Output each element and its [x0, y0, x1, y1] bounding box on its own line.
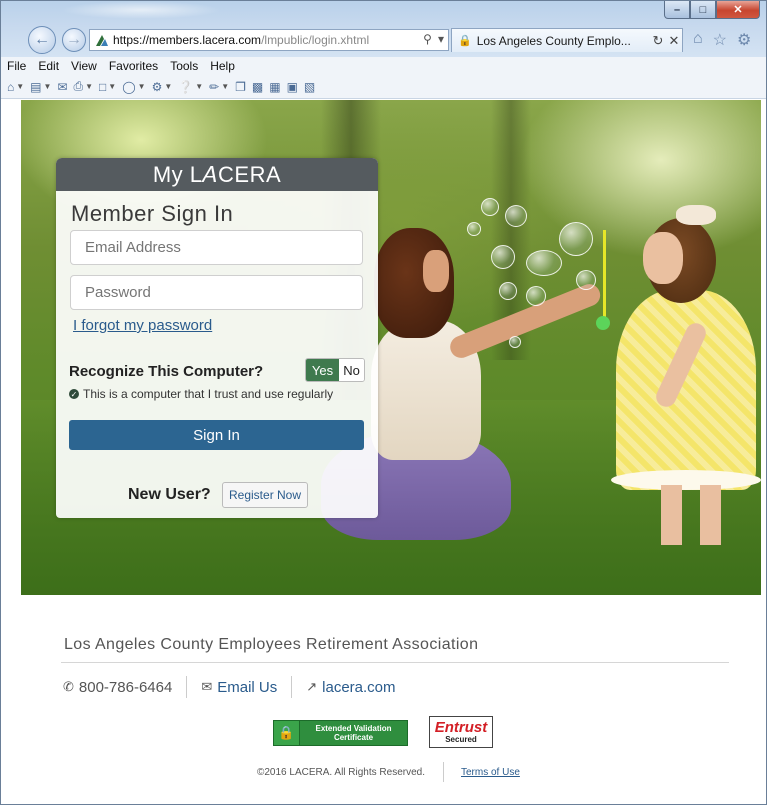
browser-tab[interactable]: 🔒 Los Angeles County Emplo... ↻ ✕ — [451, 28, 683, 52]
address-bar[interactable]: https://members.lacera.com/lmpublic/logi… — [89, 29, 449, 51]
url-path: /lmpublic/login.xhtml — [261, 33, 370, 47]
phone-contact: ✆ 800-786-6464 — [63, 679, 172, 696]
entrust-secured-text: Secured — [445, 735, 477, 744]
mail-icon[interactable]: ✉ — [57, 80, 67, 94]
address-tools: ⚲ ▾ — [423, 32, 444, 46]
menu-tools[interactable]: Tools — [170, 59, 198, 73]
close-window-button[interactable]: ✕ — [716, 1, 760, 19]
check-circle-icon: ✓ — [69, 389, 79, 399]
menu-help[interactable]: Help — [210, 59, 235, 73]
help-icon[interactable]: ❔ ▼ — [178, 80, 203, 94]
forward-button[interactable]: → — [62, 28, 86, 52]
lock-icon: 🔒 — [458, 35, 472, 47]
copyright-text: ©2016 LACERA. All Rights Reserved. — [257, 767, 426, 778]
dropdown-icon[interactable]: ▾ — [438, 32, 444, 46]
print-icon[interactable]: ⎙ ▼ — [74, 79, 94, 94]
recognize-computer-toggle: Yes No — [305, 358, 365, 382]
email-field[interactable] — [70, 230, 363, 265]
tab-title: Los Angeles County Emplo... — [476, 33, 631, 48]
terms-of-use-link[interactable]: Terms of Use — [461, 767, 520, 778]
password-field[interactable] — [70, 275, 363, 310]
home-icon[interactable]: ⌂ — [693, 30, 703, 50]
pen-icon[interactable]: ✏ ▼ — [209, 80, 229, 94]
browser-toolbar-icons: ⌂ ☆ ⚙ — [693, 30, 751, 50]
search-icon[interactable]: ⚲ — [423, 32, 432, 46]
calendar-icon[interactable]: ▣ — [287, 80, 298, 94]
command-bar: ⌂ ▼ ▤ ▼ ✉ ⎙ ▼ □ ▼ ◯ ▼ ⚙ ▼ ❔ ▼ ✏ ▼ ❐ ▩ ▦ ▣ ▧ — [1, 75, 766, 99]
recognize-computer-label: Recognize This Computer? — [69, 363, 264, 380]
home-page-icon[interactable]: ⌂ ▼ — [7, 80, 24, 94]
phone-icon: ✆ — [63, 679, 74, 694]
sign-in-heading: Member Sign In — [71, 201, 234, 226]
site-favicon-icon — [96, 35, 108, 46]
recognize-no-button[interactable]: No — [339, 359, 364, 381]
footer-divider — [61, 662, 729, 663]
sign-in-button[interactable]: Sign In — [69, 420, 364, 450]
onenote-icon[interactable]: ▧ — [304, 80, 315, 94]
back-button[interactable]: ← — [28, 26, 56, 54]
recognize-yes-button[interactable]: Yes — [306, 359, 339, 381]
research-icon[interactable]: ▦ — [269, 80, 280, 94]
contact-links: ✆ 800-786-6464 ✉ Email Us ↗ lacera.com — [63, 676, 396, 698]
page-viewport: My L𝘈CERA Member Sign In I forgot my pas… — [21, 100, 761, 800]
menu-file[interactable]: File — [7, 59, 26, 73]
minimize-button[interactable]: – — [664, 1, 690, 19]
tools-icon[interactable]: ⚙ ▼ — [152, 80, 173, 94]
entrust-logo-text: Entrust — [434, 719, 488, 736]
menu-view[interactable]: View — [71, 59, 97, 73]
url-host: https://members.lacera.com — [113, 33, 262, 47]
lacera-site-link[interactable]: ↗ lacera.com — [306, 679, 395, 696]
lacera-site-label: lacera.com — [322, 678, 396, 696]
padlock-icon: 🔒 — [274, 721, 300, 745]
safety-icon[interactable]: ◯ ▼ — [122, 80, 145, 94]
trust-note: ✓ This is a computer that I trust and us… — [69, 387, 333, 401]
ev-badge-line2: Certificate — [333, 733, 374, 742]
new-user-label: New User? — [128, 486, 211, 503]
entrust-seal[interactable]: Entrust Secured — [429, 716, 493, 748]
login-card: My L𝘈CERA Member Sign In I forgot my pas… — [56, 158, 378, 518]
favorites-star-icon[interactable]: ☆ — [713, 30, 727, 50]
organization-name: Los Angeles County Employees Retirement … — [64, 636, 479, 653]
refresh-icon[interactable]: ↻ — [650, 33, 666, 49]
close-tab-icon[interactable]: ✕ — [666, 33, 682, 49]
email-us-link[interactable]: ✉ Email Us — [201, 679, 277, 696]
paste-icon[interactable]: ▩ — [252, 80, 263, 94]
menu-favorites[interactable]: Favorites — [109, 59, 158, 73]
hero-photo: My L𝘈CERA Member Sign In I forgot my pas… — [21, 100, 761, 595]
url-text: https://members.lacera.com/lmpublic/logi… — [113, 33, 369, 47]
login-card-header: My L𝘈CERA — [56, 158, 378, 191]
maximize-button[interactable]: □ — [690, 1, 716, 19]
trust-note-text: This is a computer that I trust and use … — [83, 387, 334, 401]
copy-icon[interactable]: ❐ — [235, 80, 246, 94]
ev-certificate-badge[interactable]: 🔒 Extended Validation Certificate — [273, 720, 408, 746]
email-us-label: Email Us — [217, 678, 278, 696]
envelope-icon: ✉ — [201, 679, 213, 694]
back-arrow-icon: ← — [34, 31, 50, 48]
gear-icon[interactable]: ⚙ — [737, 30, 751, 50]
ev-badge-line1: Extended Validation — [315, 724, 392, 733]
title-bar: – □ ✕ ← → https://members.lacera.com/lmp… — [1, 1, 766, 57]
external-link-icon: ↗ — [306, 679, 318, 694]
menu-edit[interactable]: Edit — [38, 59, 59, 73]
phone-number: 800-786-6464 — [78, 678, 173, 696]
register-now-button[interactable]: Register Now — [222, 482, 309, 508]
window-controls: – □ ✕ — [664, 1, 760, 19]
browser-window: – □ ✕ ← → https://members.lacera.com/lmp… — [0, 0, 767, 805]
menu-bar: File Edit View Favorites Tools Help — [1, 57, 766, 75]
forgot-password-link[interactable]: I forgot my password — [73, 317, 212, 334]
forward-arrow-icon: → — [66, 31, 82, 48]
my-lacera-logo: My L𝘈CERA — [152, 161, 282, 187]
feeds-icon[interactable]: ▤ ▼ — [30, 80, 51, 94]
page-icon[interactable]: □ ▼ — [99, 80, 116, 94]
